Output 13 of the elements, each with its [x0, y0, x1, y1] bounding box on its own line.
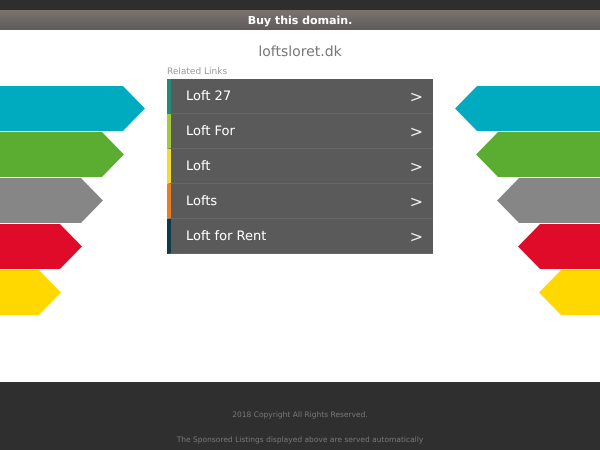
chevron-icon: >	[410, 226, 423, 246]
chevron-icon: >	[410, 122, 423, 140]
related-link[interactable]: Loft for Rent >	[167, 219, 433, 254]
domain-name: loftsloret.dk	[258, 43, 342, 62]
chevron-icon: >	[410, 156, 423, 176]
chevron-icon: >	[410, 192, 423, 210]
related-link[interactable]: Loft >	[167, 149, 433, 184]
related-link[interactable]: Loft 27 >	[167, 79, 433, 114]
buy-domain-link[interactable]: Buy this domain.	[0, 10, 600, 30]
related-links-heading: Related Links	[167, 66, 228, 79]
related-link[interactable]: Loft For >	[167, 114, 433, 149]
related-link[interactable]: Lofts >	[167, 184, 433, 219]
chevron-icon: >	[410, 86, 423, 106]
